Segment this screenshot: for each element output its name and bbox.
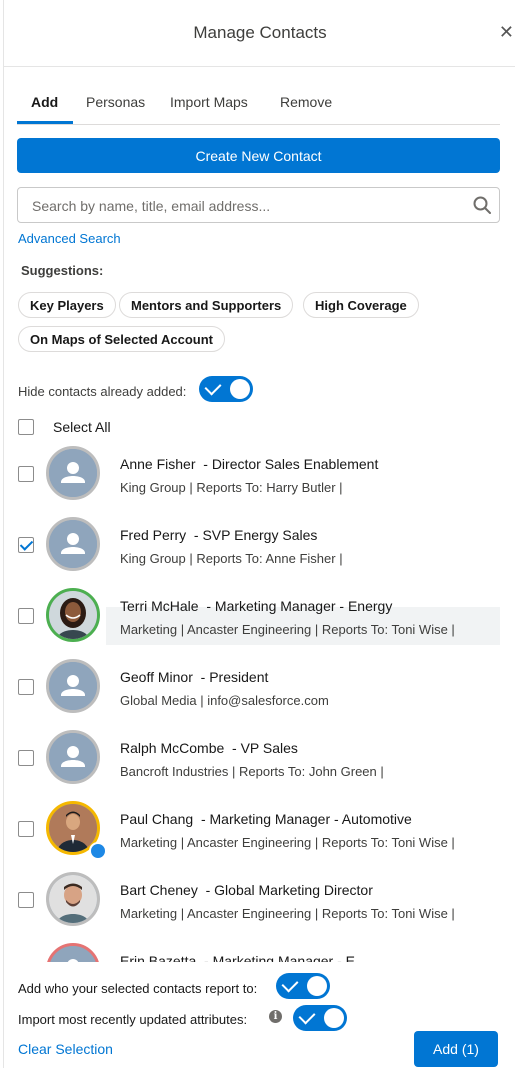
suggestion-pill-key-players[interactable]: Key Players (18, 292, 116, 318)
contact-name-title: Anne Fisher - Director Sales Enablement (120, 456, 378, 472)
contact-details: King Group | Reports To: Harry Butler | (120, 480, 343, 495)
person-placeholder-icon (49, 733, 97, 781)
suggestions-label: Suggestions: (21, 263, 104, 278)
avatar (46, 517, 100, 571)
contact-name-title: Ralph McCombe - VP Sales (120, 740, 298, 756)
close-icon[interactable]: ✕ (499, 22, 514, 43)
contact-name-title: Fred Perry - SVP Energy Sales (120, 527, 317, 543)
hide-added-label: Hide contacts already added: (18, 384, 187, 399)
contact-details: King Group | Reports To: Anne Fisher | (120, 551, 343, 566)
avatar (46, 872, 100, 926)
contact-checkbox[interactable] (18, 892, 34, 908)
person-placeholder-icon (49, 520, 97, 568)
contact-name: Anne Fisher (120, 456, 196, 472)
contact-name-title: Terri McHale - Marketing Manager - Energ… (120, 598, 392, 614)
suggestion-pill-on-maps[interactable]: On Maps of Selected Account (18, 326, 225, 352)
contact-checkbox[interactable] (18, 466, 34, 482)
clear-selection-link[interactable]: Clear Selection (18, 1041, 113, 1057)
panel-header: Manage Contacts ✕ (4, 0, 515, 67)
contact-checkbox[interactable] (18, 537, 34, 553)
avatar (46, 943, 100, 962)
suggestion-pill-high-coverage[interactable]: High Coverage (303, 292, 419, 318)
contact-name: Fred Perry (120, 527, 187, 543)
contact-list: Anne Fisher - Director Sales Enablement … (4, 440, 515, 962)
person-placeholder-icon (49, 946, 97, 962)
report-to-label: Add who your selected contacts report to… (18, 981, 258, 996)
contact-details: Marketing | Ancaster Engineering | Repor… (120, 835, 455, 850)
panel-title: Manage Contacts (193, 23, 327, 42)
contact-name: Terri McHale (120, 598, 199, 614)
create-new-contact-button[interactable]: Create New Contact (17, 138, 500, 173)
tab-bar: Add Personas Import Maps Remove (17, 90, 500, 125)
info-icon[interactable]: i (269, 1010, 282, 1023)
contact-details: Marketing | Ancaster Engineering | Repor… (120, 906, 455, 921)
toggle-knob (324, 1008, 344, 1028)
contact-title: - Marketing Manager - E (204, 953, 355, 962)
add-button[interactable]: Add (1) (414, 1031, 498, 1067)
contact-title: - SVP Energy Sales (193, 527, 318, 543)
contact-row[interactable]: Fred Perry - SVP Energy Sales King Group… (4, 511, 515, 582)
contact-title: - Global Marketing Director (205, 882, 373, 898)
contact-row[interactable]: Erin Bazetta - Marketing Manager - E (4, 937, 515, 962)
profile-badge-icon (89, 842, 107, 860)
suggestion-pill-mentors[interactable]: Mentors and Supporters (119, 292, 294, 318)
active-tab-indicator (17, 121, 73, 124)
contact-row[interactable]: Ralph McCombe - VP Sales Bancroft Indust… (4, 724, 515, 795)
advanced-search-link[interactable]: Advanced Search (18, 231, 121, 246)
tab-personas[interactable]: Personas (86, 94, 145, 110)
hide-added-toggle[interactable] (199, 376, 253, 402)
contact-name-title: Bart Cheney - Global Marketing Director (120, 882, 373, 898)
import-attributes-label: Import most recently updated attributes: (18, 1012, 248, 1027)
contact-name-title: Erin Bazetta - Marketing Manager - E (120, 953, 355, 962)
select-all-label: Select All (53, 419, 111, 435)
contact-name: Ralph McCombe (120, 740, 225, 756)
contact-title: - President (200, 669, 269, 685)
contact-title: - Marketing Manager - Energy (206, 598, 393, 614)
check-icon (204, 378, 222, 396)
contact-details: Global Media | info@salesforce.com (120, 693, 329, 708)
contact-details: Marketing | Ancaster Engineering | Repor… (120, 622, 455, 637)
person-placeholder-icon (49, 449, 97, 497)
contact-name-title: Paul Chang - Marketing Manager - Automot… (120, 811, 412, 827)
check-icon (281, 975, 299, 993)
contact-checkbox[interactable] (18, 679, 34, 695)
contact-checkbox[interactable] (18, 750, 34, 766)
manage-contacts-panel: Manage Contacts ✕ Add Personas Import Ma… (3, 0, 515, 1068)
contact-title: - Director Sales Enablement (203, 456, 379, 472)
contact-row[interactable]: Paul Chang - Marketing Manager - Automot… (4, 795, 515, 866)
tab-remove[interactable]: Remove (280, 94, 332, 110)
search-icon[interactable] (473, 196, 491, 214)
toggle-knob (230, 379, 250, 399)
select-all-checkbox[interactable] (18, 419, 34, 435)
toggle-knob (307, 976, 327, 996)
contact-row[interactable]: Geoff Minor - President Global Media | i… (4, 653, 515, 724)
contact-name: Erin Bazetta (120, 953, 197, 962)
contact-row[interactable]: Terri McHale - Marketing Manager - Energ… (4, 582, 515, 653)
person-placeholder-icon (49, 662, 97, 710)
contact-title: - Marketing Manager - Automotive (200, 811, 412, 827)
contact-checkbox[interactable] (18, 821, 34, 837)
import-attributes-toggle[interactable] (293, 1005, 347, 1031)
report-to-toggle[interactable] (276, 973, 330, 999)
contact-checkbox[interactable] (18, 608, 34, 624)
contact-details: Bancroft Industries | Reports To: John G… (120, 764, 384, 779)
search-input[interactable] (30, 195, 464, 217)
avatar (46, 446, 100, 500)
avatar (46, 659, 100, 713)
contact-name: Bart Cheney (120, 882, 198, 898)
contact-name: Geoff Minor (120, 669, 193, 685)
search-box (17, 187, 500, 223)
tab-import-maps[interactable]: Import Maps (170, 94, 248, 110)
contact-row[interactable]: Anne Fisher - Director Sales Enablement … (4, 440, 515, 511)
check-icon (298, 1007, 316, 1025)
man-smile-photo-icon (49, 875, 97, 923)
contact-name-title: Geoff Minor - President (120, 669, 268, 685)
avatar (46, 730, 100, 784)
woman-photo-icon (49, 591, 97, 639)
tab-add[interactable]: Add (31, 94, 58, 110)
contact-row[interactable]: Bart Cheney - Global Marketing Director … (4, 866, 515, 937)
avatar (46, 588, 100, 642)
contact-name: Paul Chang (120, 811, 194, 827)
contact-title: - VP Sales (232, 740, 298, 756)
